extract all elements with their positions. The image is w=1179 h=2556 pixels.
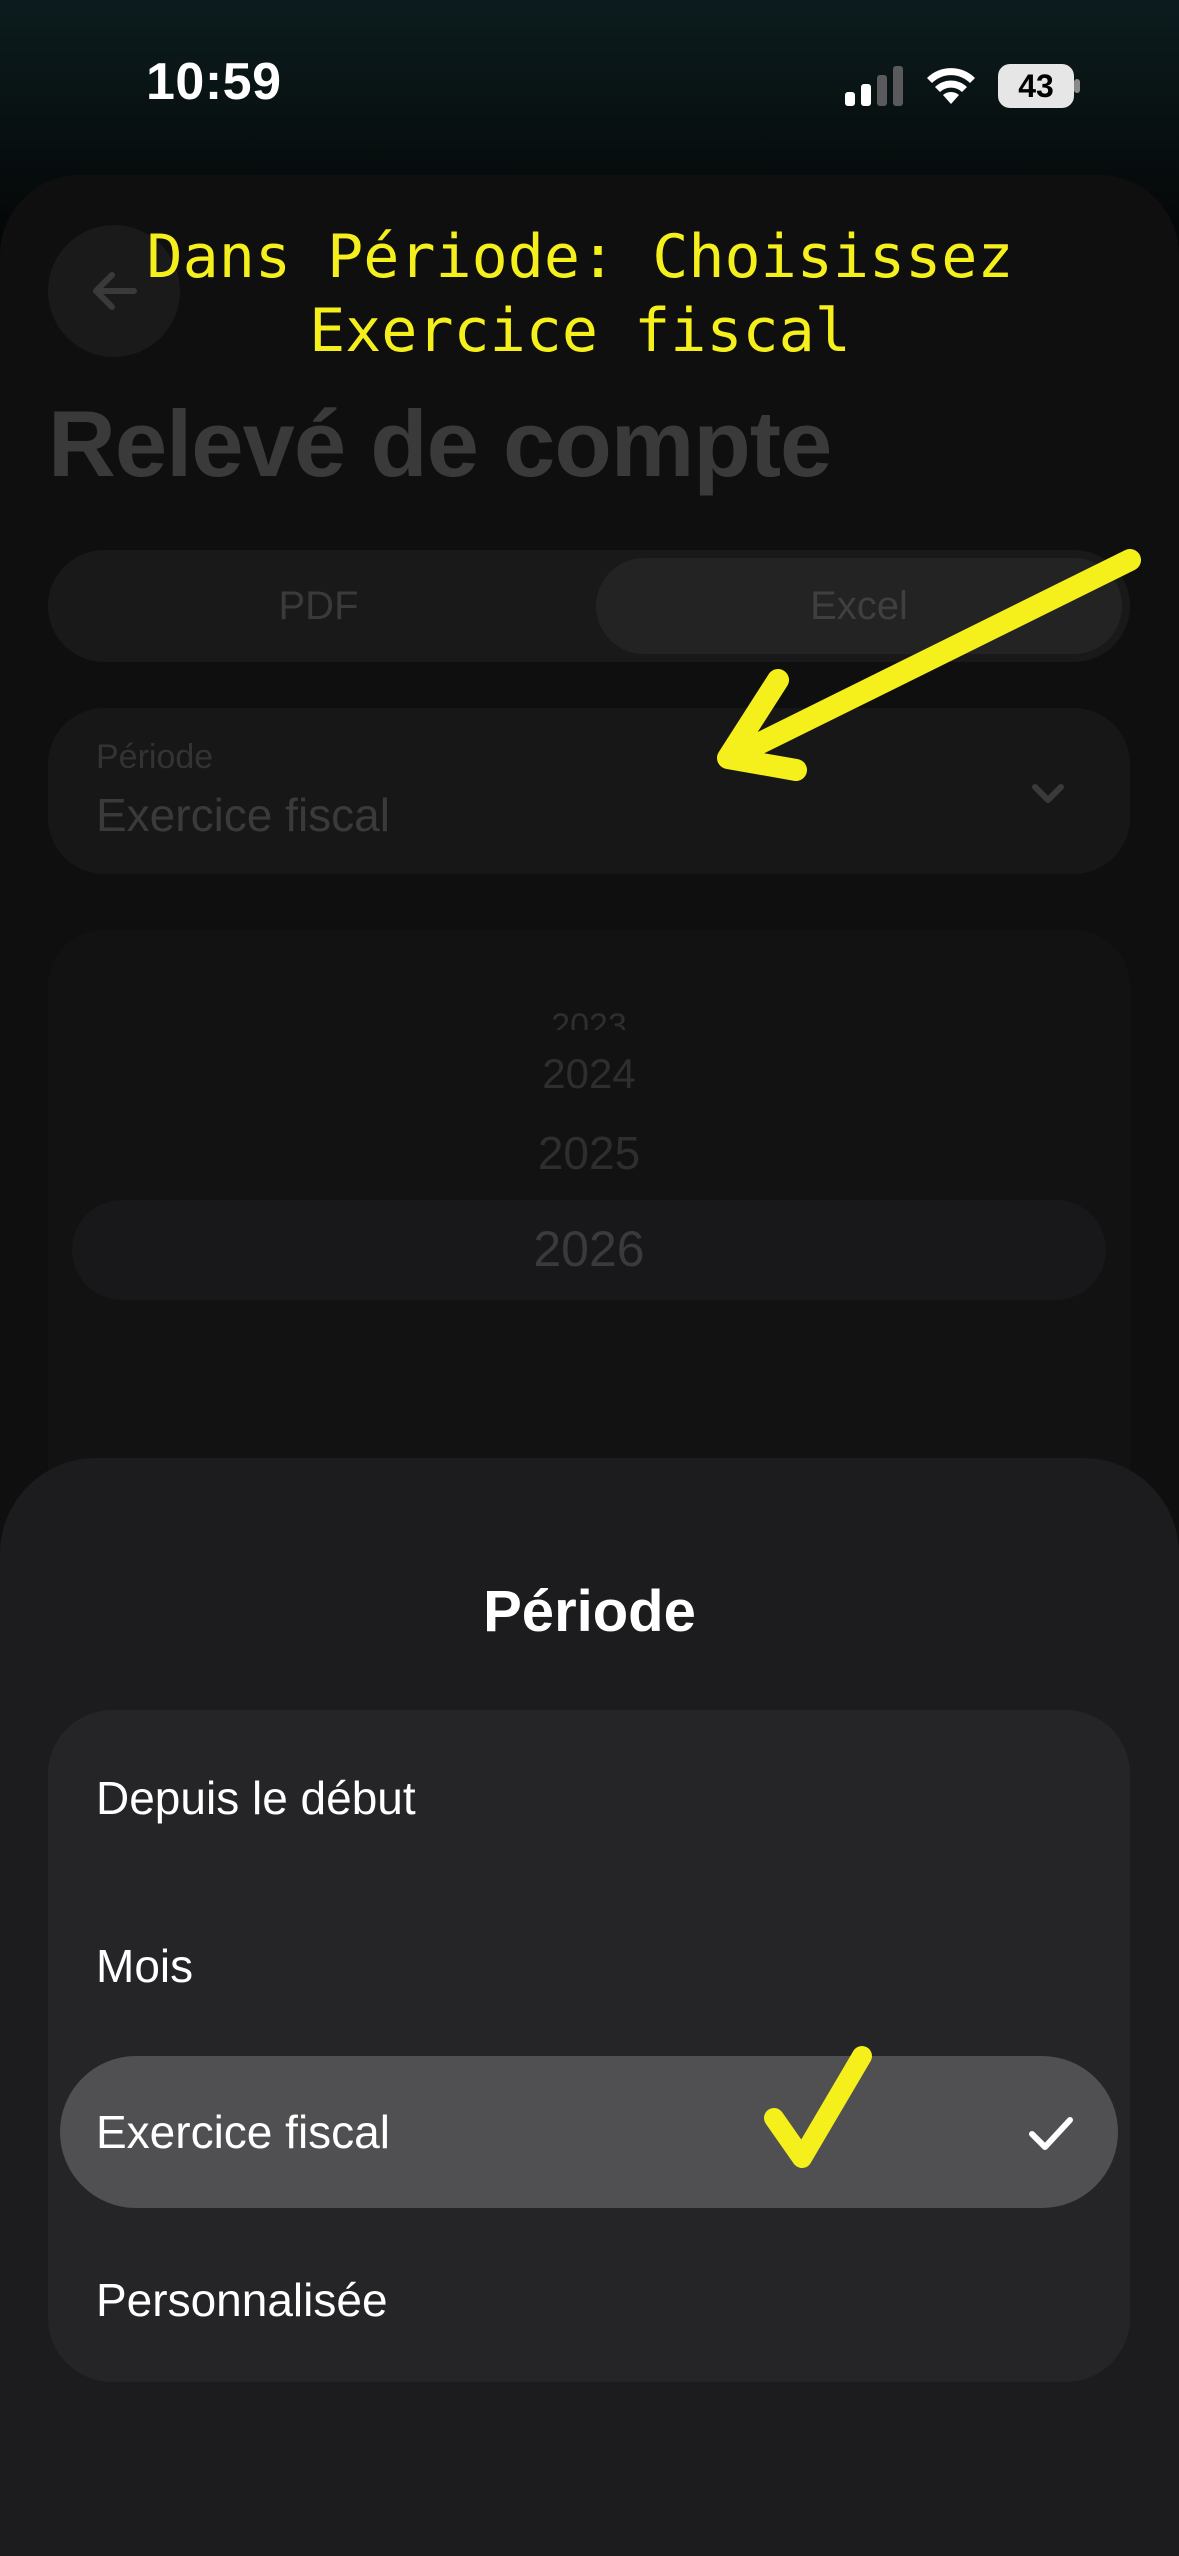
period-option-since-start[interactable]: Depuis le début bbox=[48, 1722, 1130, 1874]
format-pdf-tab[interactable]: PDF bbox=[48, 550, 589, 662]
checkmark-icon bbox=[1029, 2117, 1073, 2150]
instruction-annotation: Dans Période: Choisissez Exercice fiscal bbox=[146, 222, 1014, 366]
page-title: Relevé de compte bbox=[48, 391, 832, 496]
period-option-list: Depuis le début Mois Exercice fiscal Per… bbox=[48, 1710, 1130, 2382]
checkmark-annotation-icon bbox=[764, 2046, 872, 2168]
period-option-fiscal-year[interactable]: Exercice fiscal bbox=[60, 2056, 1118, 2208]
year-option[interactable]: 2024 bbox=[48, 1050, 1130, 1098]
option-label: Exercice fiscal bbox=[96, 2106, 390, 2158]
status-bar: 10:59 43 bbox=[0, 0, 1179, 170]
sheet-title: Période bbox=[483, 1579, 696, 1644]
option-label: Depuis le début bbox=[96, 1772, 416, 1824]
option-label: Personnalisée bbox=[96, 2274, 388, 2326]
year-option[interactable]: 2023 bbox=[48, 1000, 1130, 1030]
period-option-month[interactable]: Mois bbox=[48, 1890, 1130, 2042]
year-option[interactable]: 2025 bbox=[48, 1126, 1130, 1180]
arrow-annotation-icon bbox=[717, 549, 1141, 781]
screen: 10:59 43 Relevé de compte PDF Excel Péri… bbox=[0, 0, 1179, 2556]
period-select-value: Exercice fiscal bbox=[96, 789, 390, 841]
period-select-label: Période bbox=[96, 738, 214, 776]
cellular-signal-icon bbox=[845, 66, 903, 106]
wifi-icon bbox=[927, 68, 975, 104]
period-option-custom[interactable]: Personnalisée bbox=[48, 2224, 1130, 2376]
year-option-selected[interactable]: 2026 bbox=[48, 1220, 1130, 1278]
status-time: 10:59 bbox=[146, 53, 282, 111]
battery-level: 43 bbox=[1018, 68, 1054, 104]
option-label: Mois bbox=[96, 1940, 194, 1992]
period-bottom-sheet: Période Depuis le début Mois Exercice fi… bbox=[0, 1458, 1179, 2556]
